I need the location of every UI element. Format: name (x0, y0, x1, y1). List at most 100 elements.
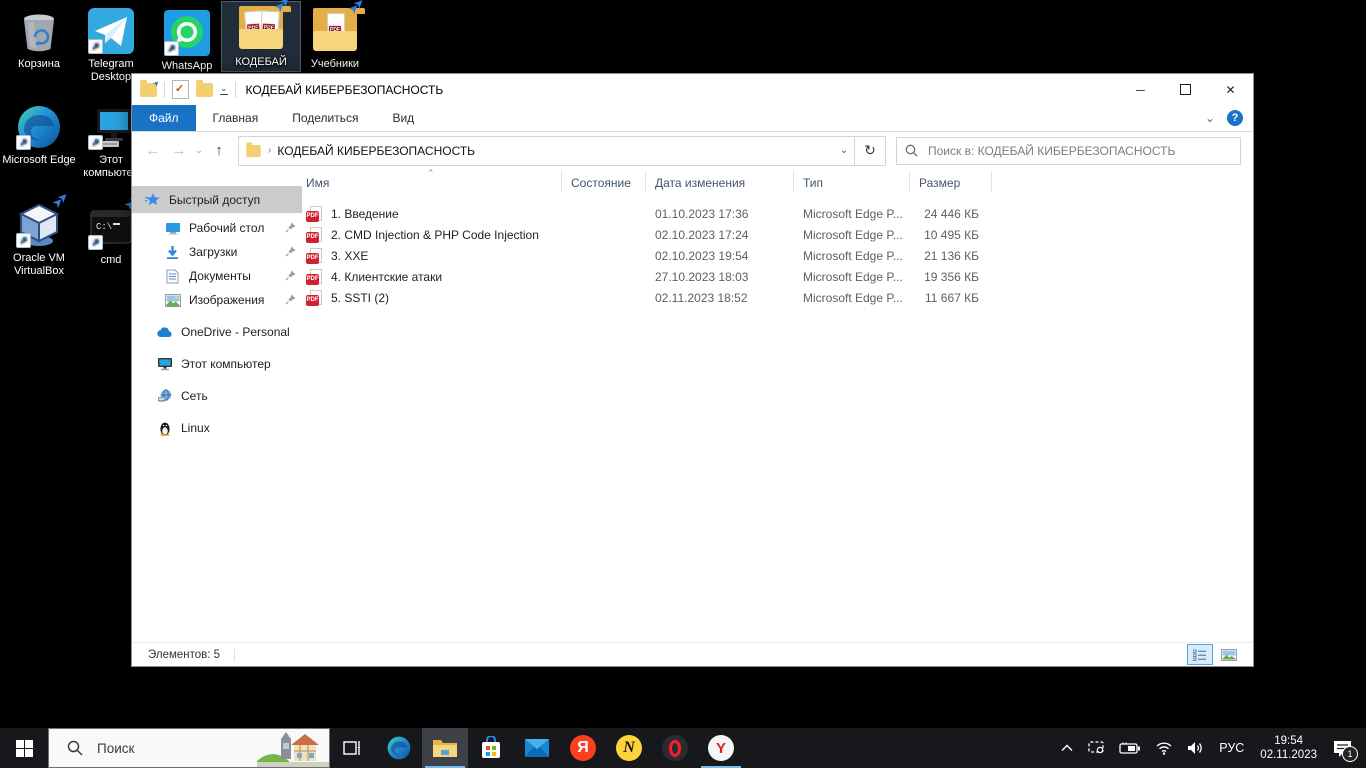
address-dropdown-icon[interactable]: ⌄ (840, 145, 848, 156)
search-icon (905, 144, 918, 157)
breadcrumb[interactable]: КОДЕБАЙ КИБЕРБЕЗОПАСНОСТЬ (277, 144, 475, 158)
desktop-icon-label: cmd (101, 254, 122, 267)
help-icon[interactable]: ? (1227, 110, 1243, 126)
file-size: 21 136 КБ (879, 249, 979, 263)
file-row[interactable]: PDF5. SSTI (2) 02.11.2023 18:52 Microsof… (302, 287, 1253, 308)
file-name: 1. Введение (331, 207, 399, 221)
file-row[interactable]: PDF1. Введение 01.10.2023 17:36 Microsof… (302, 203, 1253, 224)
window-title: КОДЕБАЙ КИБЕРБЕЗОПАСНОСТЬ (246, 83, 444, 97)
taskbar-mail-button[interactable] (514, 728, 560, 768)
notification-badge: 1 (1342, 746, 1358, 762)
taskbar-search-box[interactable] (48, 728, 330, 768)
up-button[interactable]: ↑ (206, 142, 232, 159)
desktop-icon-label: Oracle VM VirtualBox (0, 252, 78, 278)
desktop-icon-uchebniki[interactable]: PDF ➤➤ Учебники (296, 4, 374, 73)
documents-icon (164, 269, 181, 284)
sidebar-item-label: OneDrive - Personal (181, 325, 290, 339)
start-button[interactable] (0, 728, 48, 768)
sidebar-item-documents[interactable]: Документы (132, 264, 302, 288)
file-modified: 02.11.2023 18:52 (655, 291, 748, 305)
taskbar-opera-button[interactable] (652, 728, 698, 768)
column-header-modified[interactable]: Дата изменения (655, 176, 745, 190)
linux-penguin-icon (156, 421, 173, 436)
search-highlight-illustration[interactable] (257, 729, 329, 767)
thumbnails-view-button[interactable] (1217, 645, 1241, 664)
title-bar[interactable]: ➤ ⌄ КОДЕБАЙ КИБЕРБЕЗОПАСНОСТЬ ─ ✕ (132, 74, 1253, 105)
column-header-name[interactable]: Имя (306, 176, 329, 190)
desktop-icon-kodebay[interactable]: PDF PDF ➤➤ КОДЕБАЙ (222, 2, 300, 71)
sidebar-item-quick-access[interactable]: Быстрый доступ (132, 186, 302, 213)
items-count: Элементов: 5 (148, 649, 220, 661)
history-chevron-icon[interactable]: ⌄ (192, 145, 206, 156)
sidebar-item-desktop[interactable]: Рабочий стол (132, 216, 302, 240)
desktop-icon-edge[interactable]: ↗ Microsoft Edge (0, 100, 78, 169)
file-row[interactable]: PDF3. XXE 02.10.2023 19:54 Microsoft Edg… (302, 245, 1253, 266)
this-pc-icon (156, 357, 173, 371)
file-modified: 02.10.2023 19:54 (655, 249, 748, 263)
pin-icon[interactable] (285, 222, 296, 236)
tab-file[interactable]: Файл (132, 105, 196, 131)
tray-wifi-icon[interactable] (1148, 728, 1180, 768)
desktop-folder-icon (164, 220, 181, 236)
tray-battery-icon[interactable] (1112, 728, 1148, 768)
properties-check-icon[interactable] (172, 80, 189, 99)
column-header-size[interactable]: Размер (919, 176, 960, 190)
sidebar-item-network[interactable]: Сеть (132, 384, 302, 408)
file-modified: 01.10.2023 17:36 (655, 207, 748, 221)
forward-button[interactable]: → (166, 142, 192, 159)
back-button[interactable]: ← (140, 142, 166, 159)
new-folder-icon[interactable] (196, 83, 213, 97)
sidebar-item-this-pc[interactable]: Этот компьютер (132, 352, 302, 376)
pin-icon[interactable] (285, 294, 296, 308)
tab-share[interactable]: Поделиться (275, 105, 375, 131)
microsoft-store-icon (479, 736, 503, 760)
pin-icon[interactable] (285, 270, 296, 284)
taskbar-edge-button[interactable] (376, 728, 422, 768)
refresh-button[interactable]: ↻ (855, 136, 886, 166)
shortcut-arrow-icon: ↗ (88, 235, 103, 250)
sidebar-item-downloads[interactable]: Загрузки (132, 240, 302, 264)
taskbar-yandex-button[interactable]: Я (560, 728, 606, 768)
sidebar-item-pictures[interactable]: Изображения (132, 288, 302, 312)
desktop-icon-recycle-bin[interactable]: Корзина (0, 4, 78, 73)
sidebar-item-onedrive[interactable]: OneDrive - Personal (132, 320, 302, 344)
taskbar-store-button[interactable] (468, 728, 514, 768)
tab-home[interactable]: Главная (196, 105, 276, 131)
column-header-type[interactable]: Тип (803, 176, 823, 190)
desktop-icon-whatsapp[interactable]: ↗ WhatsApp (148, 6, 226, 75)
minimize-button[interactable]: ─ (1118, 74, 1163, 105)
qat-customize-chevron-icon[interactable]: ⌄ (220, 84, 228, 95)
pin-icon[interactable] (285, 246, 296, 260)
file-row[interactable]: PDF2. CMD Injection & PHP Code Injection… (302, 224, 1253, 245)
taskbar-search-input[interactable] (95, 740, 229, 757)
sort-ascending-icon: ⌃ (427, 168, 435, 179)
explorer-search-input[interactable] (926, 143, 1232, 159)
sidebar-item-label: Рабочий стол (189, 221, 264, 235)
tray-chevron-up-icon[interactable] (1054, 728, 1080, 768)
address-bar[interactable]: › КОДЕБАЙ КИБЕРБЕЗОПАСНОСТЬ ⌄ (238, 136, 855, 166)
opera-icon (662, 735, 688, 761)
status-bar: Элементов: 5 (132, 642, 1253, 666)
taskbar-yellow-app-button[interactable]: N (606, 728, 652, 768)
column-header-status[interactable]: Состояние (571, 176, 631, 190)
desktop-icon-virtualbox[interactable]: ↗ ➤➤ Oracle VM VirtualBox (0, 198, 78, 280)
folder-pdf-icon: PDF PDF ➤➤ (237, 5, 285, 53)
taskbar-yandex-browser-button[interactable]: Y (698, 728, 744, 768)
tray-display-icon[interactable] (1080, 728, 1112, 768)
maximize-button[interactable] (1163, 74, 1208, 105)
tab-view[interactable]: Вид (375, 105, 431, 131)
ribbon-collapse-chevron-icon[interactable]: ⌄ (1205, 112, 1215, 124)
language-indicator[interactable]: РУС (1211, 741, 1252, 755)
sidebar-item-linux[interactable]: Linux (132, 416, 302, 440)
task-view-button[interactable] (330, 728, 376, 768)
file-modified: 27.10.2023 18:03 (655, 270, 748, 284)
clock[interactable]: 19:54 02.11.2023 (1252, 734, 1325, 762)
notification-center-button[interactable]: 1 (1325, 728, 1366, 768)
close-button[interactable]: ✕ (1208, 74, 1253, 105)
file-row[interactable]: PDF4. Клиентские атаки 27.10.2023 18:03 … (302, 266, 1253, 287)
tray-volume-icon[interactable] (1180, 728, 1211, 768)
pdf-file-icon: PDF (306, 227, 322, 243)
explorer-search-box[interactable] (896, 137, 1241, 165)
details-view-button[interactable] (1188, 645, 1212, 664)
taskbar-file-explorer-button[interactable] (422, 728, 468, 768)
